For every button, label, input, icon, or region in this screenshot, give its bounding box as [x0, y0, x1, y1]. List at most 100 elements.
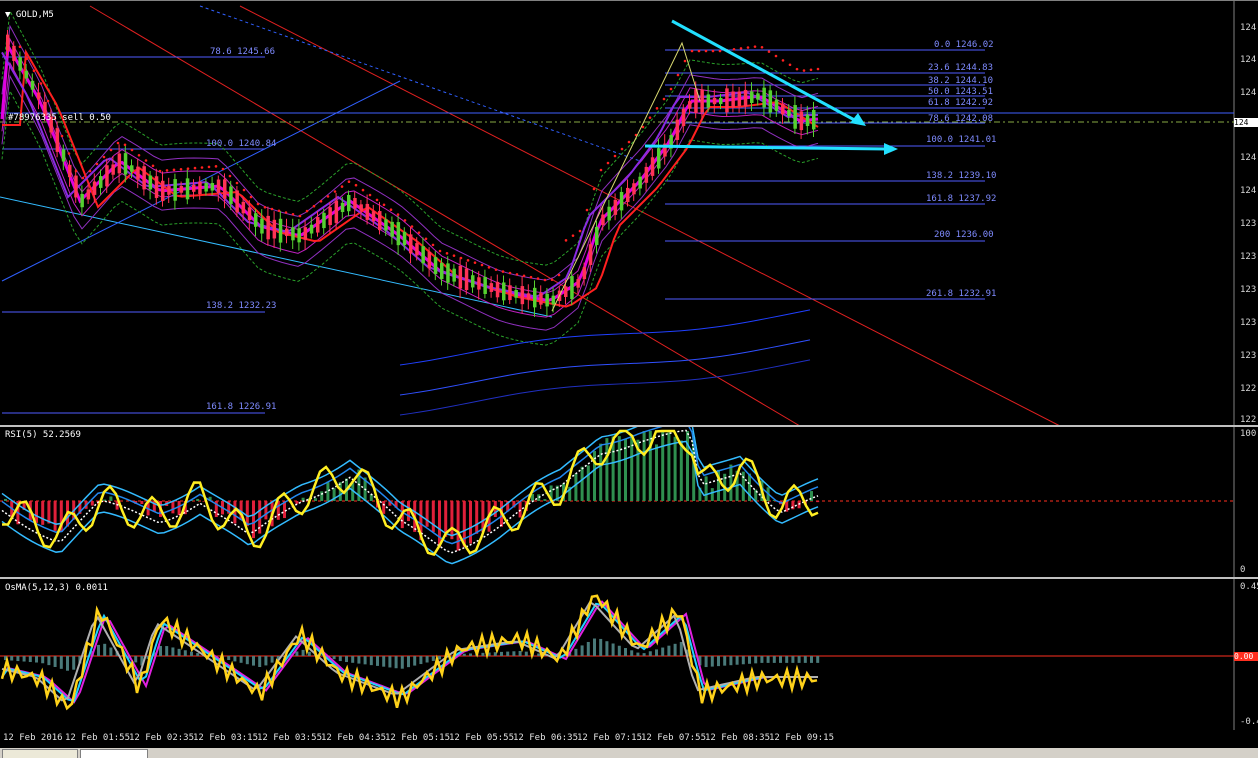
candle-body — [712, 97, 717, 105]
osma-histogram-bar — [518, 650, 522, 656]
sar-dot — [389, 208, 393, 211]
price-axis-label: 122 — [1240, 384, 1257, 394]
osma-histogram-bar — [72, 656, 76, 670]
candle-body — [731, 91, 735, 108]
rsi-histogram-bar — [295, 501, 299, 504]
osma-pane[interactable]: OsMA(5,12,3) 0.0011 0.45 0.00 -0.44 — [0, 579, 1258, 730]
candle-body — [502, 282, 506, 301]
rsi-histogram-bar — [469, 501, 472, 544]
osma-histogram-bar — [667, 645, 671, 656]
sar-dot — [788, 63, 792, 67]
rsi-histogram-bar — [586, 465, 590, 501]
sar-dot — [81, 176, 85, 180]
osma-histogram-bar — [462, 653, 466, 656]
trend-line-red — [89, 5, 801, 426]
osma-svg — [0, 579, 1235, 730]
rsi-histogram-bar — [704, 476, 708, 501]
sar-dot — [270, 207, 274, 211]
candle-body — [743, 89, 748, 107]
sar-dot — [802, 69, 806, 72]
time-label: 12 Feb 02:35 — [129, 733, 195, 743]
rsi-histogram-bar — [382, 501, 386, 514]
candle-body — [130, 165, 134, 172]
osma-histogram-bar — [537, 653, 541, 656]
price-axis-label: 124 — [1240, 153, 1257, 163]
candle-body — [768, 90, 773, 113]
rsi-histogram-bar — [450, 501, 454, 540]
sar-dot — [340, 185, 344, 188]
candle-body — [167, 186, 171, 195]
chart-tab[interactable] — [2, 749, 78, 758]
osma-histogram-bar — [338, 656, 342, 662]
candle-body — [303, 227, 308, 240]
fib-right-level: 50.0 1243.51 — [928, 87, 994, 97]
osma-histogram-bar — [190, 651, 193, 656]
candle-body — [210, 183, 215, 191]
rsi-histogram-bar — [617, 436, 621, 501]
osma-histogram-bar — [655, 649, 658, 656]
candle-body — [613, 199, 618, 215]
candle-body — [260, 218, 264, 234]
sar-dot — [585, 208, 589, 212]
order-label[interactable]: #78976335 sell 0.50 — [8, 113, 111, 123]
candle-body — [216, 179, 221, 193]
sar-dot — [32, 69, 36, 73]
candle-body — [185, 178, 190, 200]
osma-histogram-bar — [332, 656, 336, 660]
osma-histogram-bar — [134, 656, 138, 663]
candle-body — [18, 57, 22, 71]
sar-dot — [319, 200, 323, 203]
price-chart-pane[interactable]: ▼ GOLD,M5 #78976335 sell 0.50 78.6 1245.… — [0, 0, 1258, 426]
sar-dot — [410, 225, 414, 228]
osma-histogram-bar — [35, 656, 38, 663]
rsi-axis-bottom: 0 — [1240, 565, 1246, 575]
candle-body — [402, 231, 407, 246]
sar-dot — [102, 155, 106, 159]
osma-histogram-bar — [53, 656, 57, 667]
fib-right-level: 138.2 1239.10 — [926, 171, 997, 181]
sar-dot — [732, 47, 736, 51]
candle-body — [545, 293, 549, 307]
osma-histogram-bar — [16, 656, 20, 662]
sar-dot — [627, 140, 631, 144]
sar-dot — [200, 166, 204, 169]
rsi-histogram-bar — [655, 444, 658, 501]
rsi-histogram-bar — [196, 498, 200, 501]
sar-dot — [116, 141, 120, 145]
sar-dot — [375, 198, 379, 202]
candle-body — [347, 194, 351, 212]
rsi-histogram-bar — [599, 443, 603, 501]
candle-body — [688, 101, 692, 109]
candle-body — [607, 206, 611, 221]
rsi-histogram-bar — [438, 501, 441, 547]
sar-dot — [228, 174, 232, 178]
rsi-histogram-bar — [543, 499, 547, 501]
osma-histogram-bar — [382, 656, 386, 667]
osma-histogram-bar — [97, 644, 100, 656]
candle-body — [297, 228, 301, 243]
rsi-histogram-bar — [679, 440, 683, 501]
candle-body — [421, 246, 425, 264]
sar-dot — [774, 54, 778, 58]
osma-histogram-bar — [772, 656, 776, 663]
osma-histogram-bar — [729, 656, 733, 666]
collapse-triangle-icon[interactable]: ▼ — [5, 10, 10, 20]
sar-dot — [508, 271, 512, 275]
rsi-pane[interactable]: RSI(5) 52.2569 100 0 — [0, 427, 1258, 577]
candle-body — [266, 215, 270, 240]
osma-histogram-bar — [630, 650, 634, 656]
candle-body — [440, 262, 444, 280]
sar-dot — [795, 67, 799, 71]
osma-histogram-bar — [481, 652, 485, 656]
candle-body — [762, 87, 766, 108]
sar-dot — [347, 180, 351, 183]
rsi-histogram-bar — [667, 432, 671, 501]
fib-right-level: 161.8 1237.92 — [926, 194, 997, 204]
candle-body — [650, 157, 655, 176]
chart-tab-active[interactable] — [80, 749, 148, 758]
osma-histogram-bar — [741, 656, 745, 665]
osma-histogram-bar — [605, 641, 609, 656]
sar-dot — [144, 159, 148, 162]
osma-histogram-bar — [307, 651, 311, 656]
candle-body — [619, 191, 624, 211]
